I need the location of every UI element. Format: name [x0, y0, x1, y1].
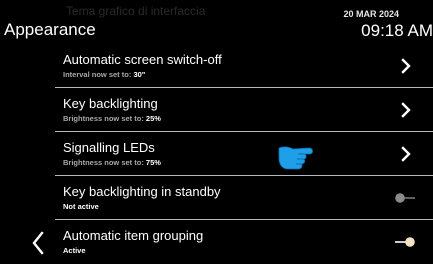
- setting-subtitle: Brightness now set to: 25%: [63, 114, 161, 123]
- setting-key-backlighting[interactable]: Key backlighting Brightness now set to: …: [55, 88, 433, 132]
- pointing-hand-icon: [278, 146, 313, 170]
- chevron-left-icon: [32, 231, 44, 255]
- setting-signalling-leds[interactable]: Signalling LEDs Brightness now set to: 7…: [55, 132, 433, 176]
- chevron-right-icon: [401, 58, 411, 74]
- setting-status: Active: [63, 246, 86, 255]
- setting-title: Automatic item grouping: [63, 228, 204, 243]
- setting-title: Key backlighting in standby: [63, 184, 221, 199]
- time-display: 09:18 AM: [361, 21, 433, 40]
- setting-key-backlighting-standby[interactable]: Key backlighting in standby Not active: [55, 176, 433, 220]
- setting-title: Key backlighting: [63, 96, 158, 111]
- page-title: Appearance: [4, 20, 96, 39]
- setting-screen-switch-off[interactable]: Automatic screen switch-off Interval now…: [55, 44, 433, 88]
- setting-automatic-item-grouping[interactable]: Automatic item grouping Active: [55, 220, 433, 264]
- setting-status: Not active: [63, 202, 99, 211]
- setting-value: 25%: [145, 114, 161, 123]
- chevron-right-icon: [401, 146, 411, 162]
- setting-title: Signalling LEDs: [63, 140, 155, 155]
- back-button[interactable]: [27, 228, 51, 258]
- chevron-right-icon: [401, 102, 411, 118]
- background-caption: Tema grafico di interfaccia: [66, 4, 206, 18]
- setting-title: Automatic screen switch-off: [63, 52, 222, 67]
- setting-subtitle: Interval now set to: 30": [63, 70, 146, 79]
- setting-subtitle: Brightness now set to: 75%: [63, 158, 161, 167]
- setting-value: 30": [133, 70, 146, 79]
- setting-value: 75%: [145, 158, 161, 167]
- date-display: 20 MAR 2024: [343, 9, 399, 19]
- toggle-on-icon[interactable]: [393, 232, 417, 252]
- toggle-off-icon[interactable]: [393, 188, 417, 208]
